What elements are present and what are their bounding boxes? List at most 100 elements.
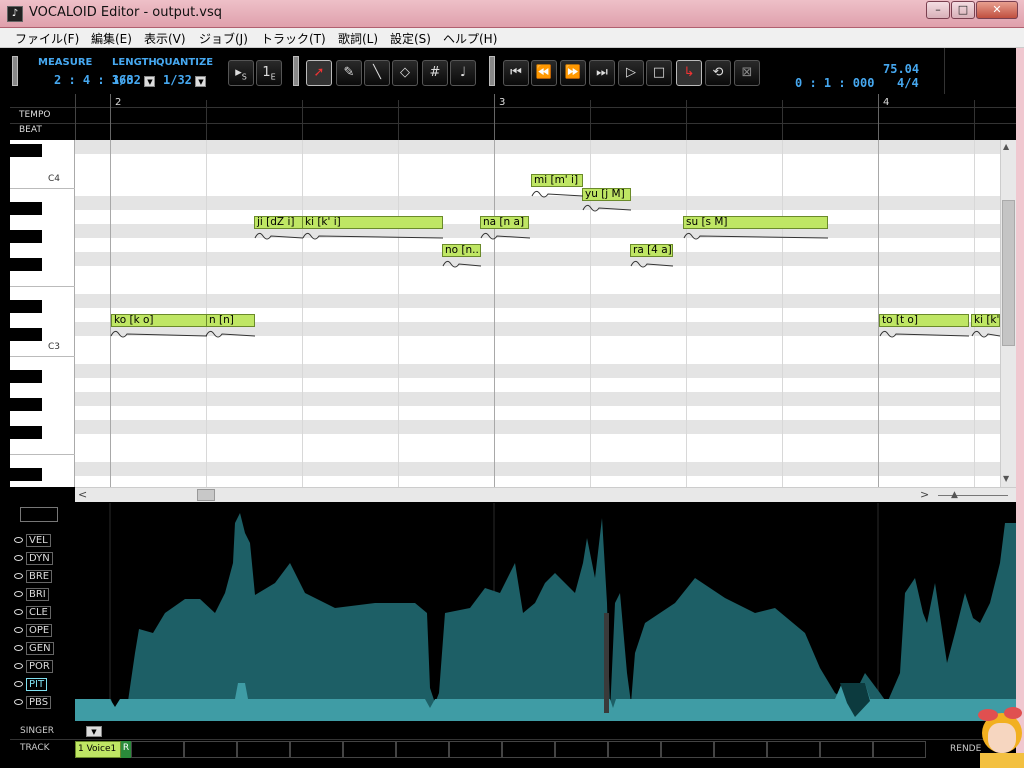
control-dyn[interactable]: DYN bbox=[14, 552, 70, 567]
zoom-thumb-icon[interactable]: ▲ bbox=[951, 490, 958, 500]
eye-icon[interactable] bbox=[14, 699, 23, 705]
black-key[interactable] bbox=[10, 398, 42, 411]
curve-button[interactable]: ♩ bbox=[450, 60, 476, 86]
scroll-down-icon[interactable]: ▼ bbox=[1003, 474, 1009, 483]
control-bre[interactable]: BRE bbox=[14, 570, 70, 585]
pencil-tool-button[interactable]: ✎ bbox=[336, 60, 362, 86]
chevron-down-icon[interactable]: ▼ bbox=[91, 728, 96, 736]
black-key[interactable] bbox=[10, 370, 42, 383]
eye-icon[interactable] bbox=[14, 555, 23, 561]
rewire-button[interactable]: ⊠ bbox=[734, 60, 760, 86]
vertical-scrollbar[interactable]: ▲ ▼ bbox=[1000, 140, 1016, 487]
arrow-tool-button[interactable]: ➚ bbox=[306, 60, 332, 86]
length-select[interactable]: 1/32 ▼ bbox=[112, 73, 156, 87]
eye-icon[interactable] bbox=[14, 609, 23, 615]
maximize-button[interactable]: □ bbox=[951, 1, 975, 19]
track-slot[interactable] bbox=[290, 741, 343, 758]
eye-icon[interactable] bbox=[14, 681, 23, 687]
control-ope[interactable]: OPE bbox=[14, 624, 70, 639]
track-slot[interactable] bbox=[131, 741, 184, 758]
track-slot[interactable] bbox=[396, 741, 449, 758]
horizontal-scrollbar[interactable]: < > bbox=[75, 487, 933, 502]
track-slot[interactable] bbox=[237, 741, 290, 758]
toolbar-grip[interactable] bbox=[489, 56, 495, 86]
menu-track[interactable]: トラック(T) bbox=[261, 30, 326, 47]
scroll-left-icon[interactable]: < bbox=[78, 488, 87, 501]
close-button[interactable]: ✕ bbox=[976, 1, 1018, 19]
control-vel[interactable]: VEL bbox=[14, 534, 70, 549]
control-gen[interactable]: GEN bbox=[14, 642, 70, 657]
rewind-button[interactable]: ⏪ bbox=[531, 60, 557, 86]
scroll-right-icon[interactable]: > bbox=[920, 488, 929, 501]
track-slot[interactable] bbox=[820, 741, 873, 758]
line-tool-button[interactable]: ╲ bbox=[364, 60, 390, 86]
grid-button[interactable]: # bbox=[422, 60, 448, 86]
track-slot[interactable] bbox=[555, 741, 608, 758]
track-slot[interactable] bbox=[608, 741, 661, 758]
toolbar-grip[interactable] bbox=[12, 56, 18, 86]
end-marker-button[interactable]: 1E bbox=[256, 60, 282, 86]
track-slot[interactable] bbox=[767, 741, 820, 758]
scroll-thumb[interactable] bbox=[197, 489, 215, 501]
go-start-button[interactable]: ⏮ bbox=[503, 60, 529, 86]
eye-icon[interactable] bbox=[14, 627, 23, 633]
menu-help[interactable]: ヘルプ(H) bbox=[443, 30, 497, 47]
repeat-button[interactable]: ⟲ bbox=[705, 60, 731, 86]
scroll-thumb[interactable] bbox=[1002, 200, 1015, 346]
track-slot[interactable] bbox=[343, 741, 396, 758]
menu-edit[interactable]: 編集(E) bbox=[91, 30, 132, 47]
start-marker-button[interactable]: ▸S bbox=[228, 60, 254, 86]
eye-icon[interactable] bbox=[14, 591, 23, 597]
track-slot[interactable] bbox=[184, 741, 237, 758]
black-key[interactable] bbox=[10, 258, 42, 271]
minimize-button[interactable]: – bbox=[926, 1, 950, 19]
black-key[interactable] bbox=[10, 468, 42, 481]
control-bri[interactable]: BRI bbox=[14, 588, 70, 603]
black-key[interactable] bbox=[10, 426, 42, 439]
track-slot[interactable] bbox=[449, 741, 502, 758]
piano-keyboard[interactable]: C4 C3 bbox=[10, 140, 75, 487]
track-slot[interactable] bbox=[661, 741, 714, 758]
black-key[interactable] bbox=[10, 300, 42, 313]
black-key[interactable] bbox=[10, 202, 42, 215]
go-end-button[interactable]: ⏭ bbox=[589, 60, 615, 86]
render-flag[interactable]: R bbox=[121, 741, 131, 758]
pitch-curve-graph[interactable] bbox=[75, 503, 1016, 721]
track-slot[interactable] bbox=[502, 741, 555, 758]
eye-icon[interactable] bbox=[14, 663, 23, 669]
quantize-select[interactable]: 1/32 ▼ bbox=[163, 73, 207, 87]
menu-file[interactable]: ファイル(F) bbox=[15, 30, 79, 47]
eye-icon[interactable] bbox=[14, 645, 23, 651]
track-slot[interactable] bbox=[873, 741, 926, 758]
black-key[interactable] bbox=[10, 144, 42, 157]
zoom-slider[interactable]: ▲ bbox=[933, 487, 1016, 502]
chevron-down-icon[interactable]: ▼ bbox=[144, 75, 156, 87]
fast-forward-button[interactable]: ⏩ bbox=[560, 60, 586, 86]
chevron-down-icon[interactable]: ▼ bbox=[195, 75, 207, 87]
menu-settings[interactable]: 設定(S) bbox=[390, 30, 431, 47]
piano-roll[interactable]: C4 C3 ko [k o] n [n] ji [dZ i] ki [k' i]… bbox=[10, 140, 1000, 487]
scroll-up-icon[interactable]: ▲ bbox=[1003, 142, 1009, 151]
control-pbs[interactable]: PBS bbox=[14, 696, 70, 711]
play-button[interactable]: ▷ bbox=[618, 60, 644, 86]
note-grid[interactable]: ko [k o] n [n] ji [dZ i] ki [k' i] no [n… bbox=[75, 140, 1000, 487]
eraser-tool-button[interactable]: ◇ bbox=[392, 60, 418, 86]
menu-view[interactable]: 表示(V) bbox=[144, 30, 186, 47]
control-cle[interactable]: CLE bbox=[14, 606, 70, 621]
menu-job[interactable]: ジョブ(J) bbox=[199, 30, 248, 47]
follow-cursor-button[interactable]: ↳ bbox=[676, 60, 702, 86]
black-key[interactable] bbox=[10, 230, 42, 243]
track-slot[interactable] bbox=[714, 741, 767, 758]
eye-icon[interactable] bbox=[14, 573, 23, 579]
stop-button[interactable]: □ bbox=[646, 60, 672, 86]
control-curve-panel[interactable]: VEL DYN BRE BRI CLE OPE GEN POR PIT PBS bbox=[10, 503, 1016, 721]
eye-icon[interactable] bbox=[14, 537, 23, 543]
ruler[interactable]: TEMPO BEAT 2 3 4 bbox=[10, 94, 1016, 140]
toolbar-grip[interactable] bbox=[293, 56, 299, 86]
control-por[interactable]: POR bbox=[14, 660, 70, 675]
singer-dropdown[interactable]: ▼ bbox=[86, 726, 102, 737]
menu-lyrics[interactable]: 歌詞(L) bbox=[338, 30, 378, 47]
control-pit[interactable]: PIT bbox=[14, 678, 70, 693]
track-tab-1[interactable]: 1 Voice1 bbox=[75, 741, 121, 758]
black-key[interactable] bbox=[10, 328, 42, 341]
